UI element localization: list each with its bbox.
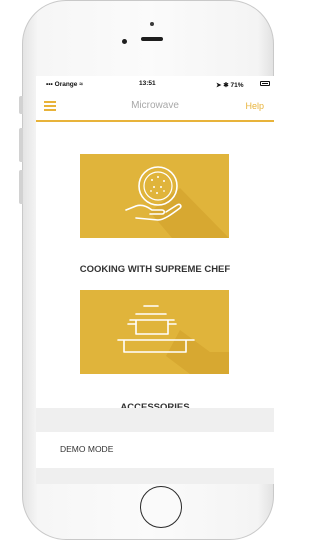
plate-hand-icon	[125, 166, 182, 221]
location-icon: ➤	[216, 82, 222, 89]
help-button[interactable]: Help	[245, 101, 264, 111]
signal-icon: •••	[46, 81, 53, 88]
app-screen: ••• Orange ≈ 13:51 ➤ ✱ 71% Microwave Hel…	[36, 76, 274, 484]
wifi-icon: ≈	[79, 81, 83, 88]
sensor-dot	[150, 22, 154, 26]
carrier-info: ••• Orange ≈	[46, 81, 83, 88]
clock: 13:51	[139, 80, 156, 87]
volume-down-button	[19, 170, 23, 204]
mute-switch	[19, 96, 23, 114]
nav-bar: Microwave Help	[36, 92, 274, 122]
page-title: Microwave	[131, 100, 179, 111]
carrier-name: Orange	[54, 81, 78, 88]
accessories-card[interactable]	[80, 290, 229, 374]
demo-mode-row[interactable]: DEMO MODE	[36, 432, 274, 468]
status-right: ➤ ✱ 71%	[216, 81, 244, 89]
battery-percent: 71%	[230, 82, 244, 89]
battery-icon	[260, 81, 270, 86]
menu-list: COOKING WITH SUPREME CHEF ACCESSORIES	[36, 122, 274, 413]
earpiece-speaker	[141, 37, 163, 41]
section-separator	[36, 408, 274, 432]
front-camera	[122, 39, 127, 44]
list-footer	[36, 468, 274, 484]
volume-up-button	[19, 128, 23, 162]
cooking-card[interactable]	[80, 154, 229, 238]
bluetooth-icon: ✱	[223, 82, 229, 89]
demo-mode-label: DEMO MODE	[60, 444, 114, 454]
cookware-icon	[117, 305, 195, 353]
cooking-card-label[interactable]: COOKING WITH SUPREME CHEF	[36, 264, 274, 275]
home-button[interactable]	[140, 486, 182, 528]
status-bar: ••• Orange ≈ 13:51 ➤ ✱ 71%	[36, 76, 274, 92]
